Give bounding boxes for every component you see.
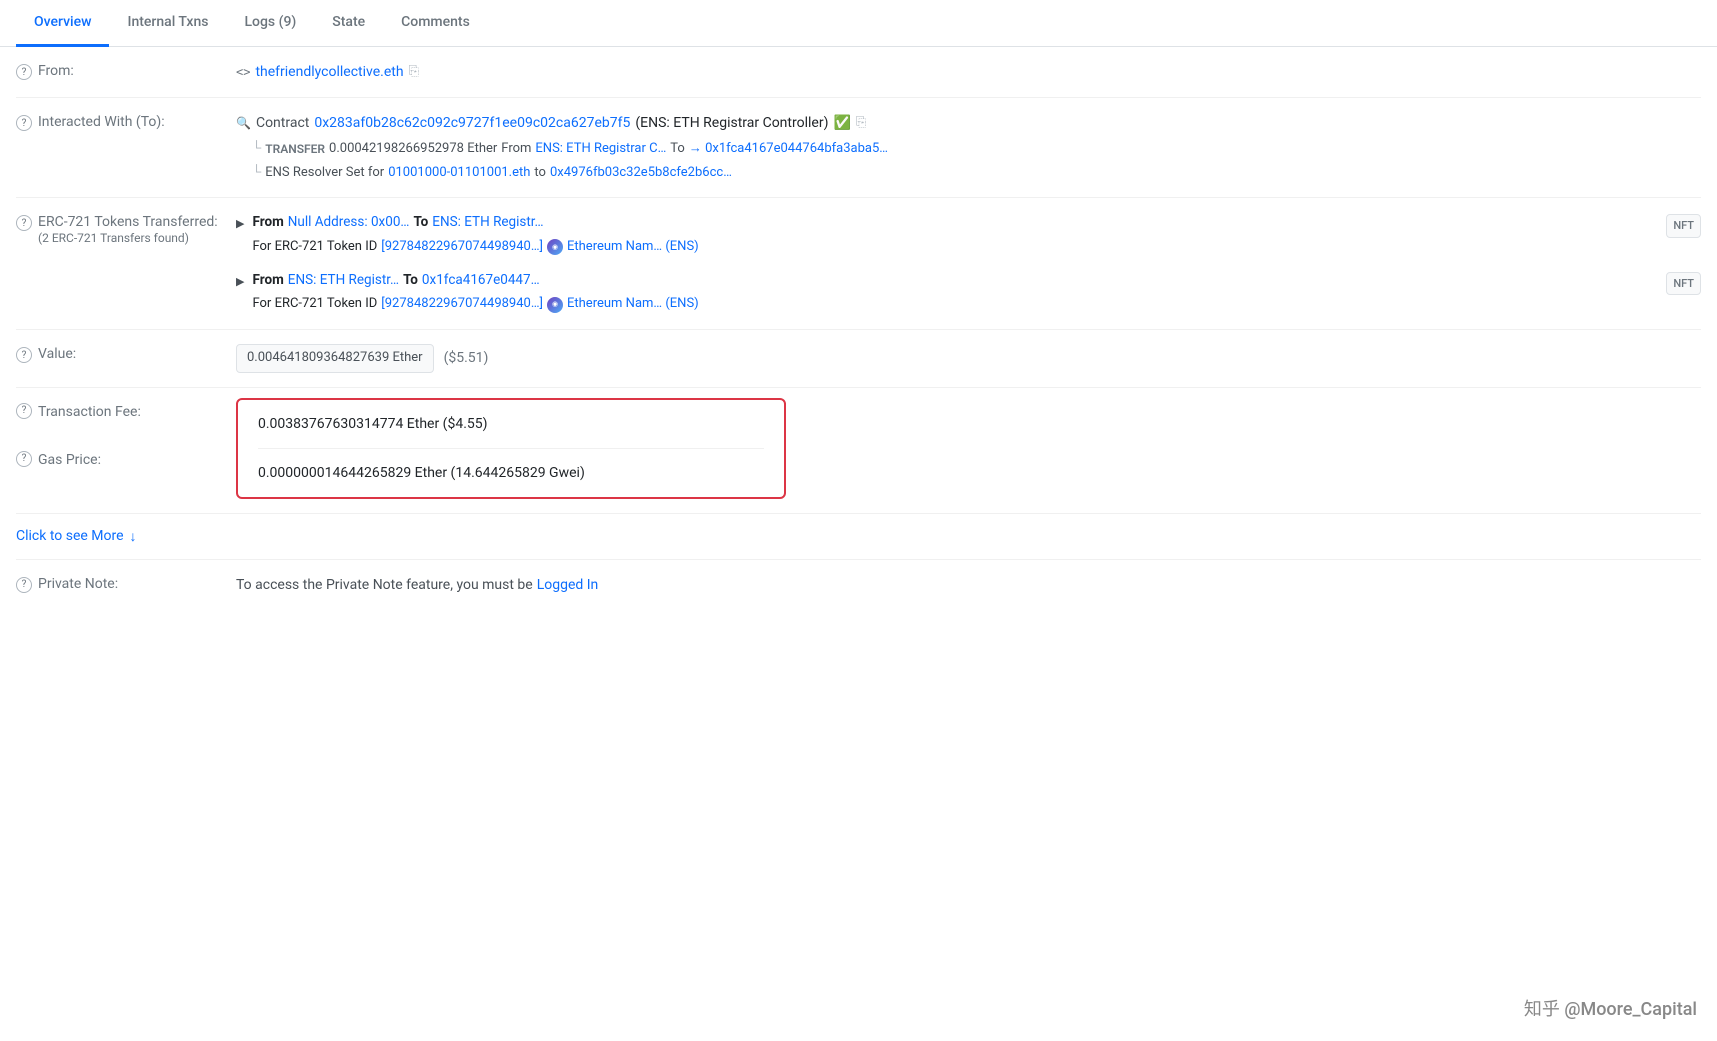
label-text: ERC-721 Tokens Transferred:(2 ERC-721 Tr… (38, 214, 218, 246)
transfer-to-link[interactable]: → 0x1fca4167e044764bfa3aba5… (689, 139, 888, 160)
arrow-icon: ▶ (236, 273, 244, 291)
help-icon[interactable]: ? (16, 347, 32, 363)
row: ? ERC-721 Tokens Transferred:(2 ERC-721 T… (16, 198, 1701, 330)
erc721-details: FromENS: ETH Registr…To0x1fca4167e0447…F… (252, 270, 1658, 315)
value-badge: 0.004641809364827639 Ether (236, 344, 434, 373)
gas-price-label: Gas Price: (38, 450, 101, 468)
label-text: From: (38, 63, 74, 79)
contract-name: (ENS: ETH Registrar Controller) (635, 112, 828, 134)
tab-logs[interactable]: Logs (9) (226, 0, 314, 47)
help-icon[interactable]: ? (16, 403, 32, 419)
help-icon[interactable]: ? (16, 115, 32, 131)
erc721-tokenid-2[interactable]: [92784822967074498940…] (381, 294, 543, 315)
help-icon[interactable]: ? (16, 215, 32, 231)
row: ? Interacted With (To): 🔍 Contract0x283af0b… (16, 98, 1701, 198)
copy-icon[interactable]: ⎘ (409, 62, 419, 83)
transfer-from-link[interactable]: ENS: ETH Registrar C… (535, 139, 666, 160)
erc721-tokenname-1[interactable]: Ethereum Nam… (ENS) (567, 237, 699, 258)
erc721-details: FromNull Address: 0x00…ToENS: ETH Regist… (252, 212, 1658, 257)
ens-domain-link[interactable]: 01001000-01101001.eth (388, 163, 530, 184)
arrow-icon: ▶ (236, 215, 244, 233)
verified-icon: ✅ (833, 112, 850, 134)
from-address-link[interactable]: thefriendlycollective.eth (255, 61, 403, 83)
label-col: ? ERC-721 Tokens Transferred:(2 ERC-721 T… (16, 212, 236, 246)
label-text: Interacted With (To): (38, 114, 165, 130)
value-col: <> thefriendlycollective.eth ⎘ (236, 61, 1701, 83)
ens-dot-icon: ◉ (547, 297, 563, 313)
ens-resolver-line: └ ENS Resolver Set for01001000-01101001.… (236, 163, 1701, 184)
erc721-to-2[interactable]: 0x1fca4167e0447… (422, 270, 540, 292)
label-col: ? Interacted With (To): (16, 112, 236, 131)
tabs-bar: Overview Internal Txns Logs (9) State Co… (0, 0, 1717, 47)
erc721-transfer-2: ▶ FromENS: ETH Registr…To0x1fca4167e0447…… (236, 270, 1701, 315)
label-text: Private Note: (38, 576, 118, 592)
see-more-link[interactable]: Click to see More↓ (16, 514, 1701, 560)
watermark: 知乎 @Moore_Capital (1524, 995, 1697, 1021)
help-icon[interactable]: ? (16, 64, 32, 80)
red-box: 0.00383767630314774 Ether ($4.55) 0.00000… (236, 398, 786, 499)
label-col: ? Value: (16, 344, 236, 363)
gas-price-value: 0.000000014644265829 Ether (14.644265829… (258, 455, 764, 481)
erc721-to-1[interactable]: ENS: ETH Registr… (432, 212, 543, 234)
logged-in-link[interactable]: Logged In (537, 574, 599, 596)
contract-address-link[interactable]: 0x283af0b28c62c092c9727f1ee09c02ca627eb7… (314, 112, 630, 134)
copy-icon-2[interactable]: ⎘ (856, 113, 866, 134)
down-arrow-icon: ↓ (130, 528, 137, 545)
value-col: 0.004641809364827639 Ether ($5.51) (236, 344, 1701, 373)
help-icon[interactable]: ? (16, 577, 32, 593)
fee-gas-labels: ? Transaction Fee:? Gas Price: (16, 388, 236, 468)
transfer-indent: └ TRANSFER0.00042198266952978 EtherFromE… (236, 139, 1701, 160)
contract-prefix: Contract (256, 112, 309, 134)
help-icon[interactable]: ? (16, 451, 32, 467)
value-col: 🔍 Contract0x283af0b28c62c092c9727f1ee09c0… (236, 112, 1701, 183)
erc721-from-2[interactable]: ENS: ETH Registr… (288, 270, 399, 292)
label-col: ? From: (16, 61, 236, 80)
nft-badge: NFT (1666, 214, 1701, 238)
from-code-icon: <> (236, 63, 250, 82)
tab-overview[interactable]: Overview (16, 0, 109, 47)
value-usd: ($5.51) (444, 347, 489, 369)
nft-badge: NFT (1666, 272, 1701, 296)
fee-gas-combined-row: ? Transaction Fee:? Gas Price: 0.0038376763… (16, 388, 1701, 514)
value-col: To access the Private Note feature, you … (236, 574, 1701, 596)
tab-state[interactable]: State (314, 0, 383, 47)
tx-fee-value: 0.00383767630314774 Ether ($4.55) (258, 416, 764, 449)
row: ? Private Note: To access the Private Note… (16, 560, 1701, 610)
row: ? Value: 0.004641809364827639 Ether ($5.51) (16, 330, 1701, 388)
value-col: ▶ FromNull Address: 0x00…ToENS: ETH Regis… (236, 212, 1701, 315)
label-col: ? Private Note: (16, 574, 236, 593)
erc721-transfer-1: ▶ FromNull Address: 0x00…ToENS: ETH Regis… (236, 212, 1701, 257)
tab-internal-txns[interactable]: Internal Txns (109, 0, 226, 47)
ens-dot-icon: ◉ (547, 239, 563, 255)
search-icon: 🔍 (236, 114, 251, 133)
row: ? From: <> thefriendlycollective.eth ⎘ (16, 47, 1701, 98)
erc721-tokenname-2[interactable]: Ethereum Nam… (ENS) (567, 294, 699, 315)
tx-fee-label: Transaction Fee: (38, 402, 141, 420)
erc721-tokenid-1[interactable]: [92784822967074498940…] (381, 237, 543, 258)
label-text: Value: (38, 346, 76, 362)
tab-comments[interactable]: Comments (383, 0, 488, 47)
erc721-from-1[interactable]: Null Address: 0x00… (288, 212, 410, 234)
private-note-text: To access the Private Note feature, you … (236, 574, 533, 596)
ens-resolver-addr-link[interactable]: 0x4976fb03c32e5b8cfe2b6cc… (550, 163, 732, 184)
